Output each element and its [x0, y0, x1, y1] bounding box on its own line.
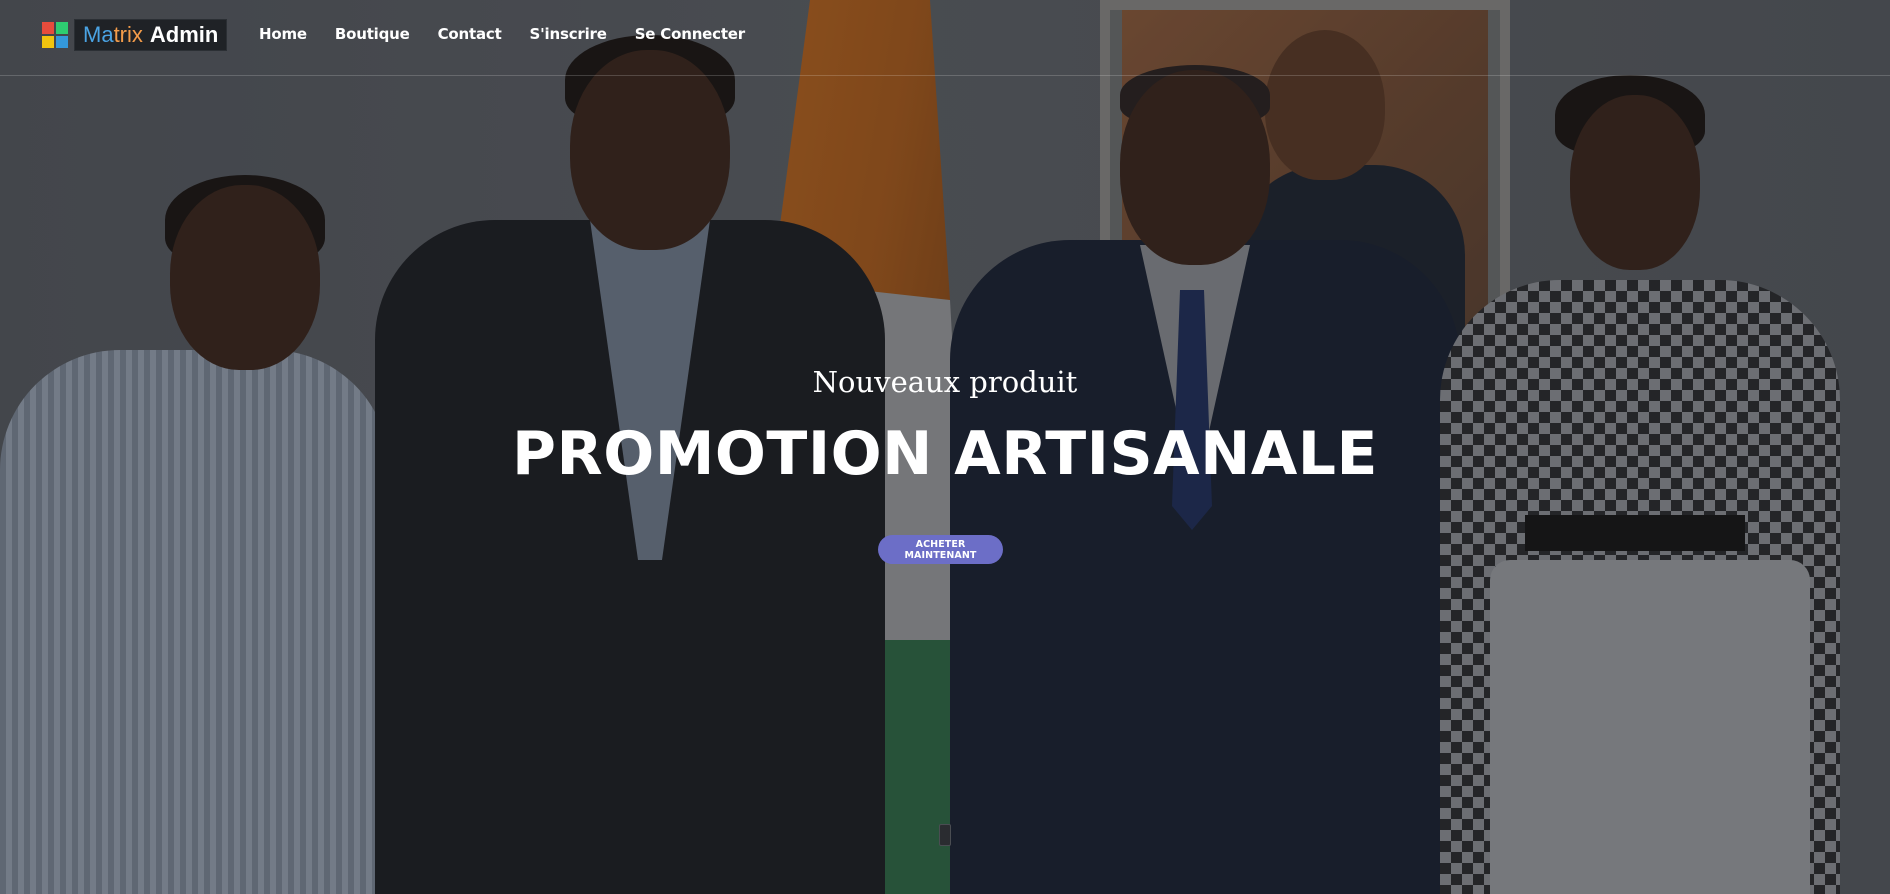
- brand-name-part-c: Admin: [149, 22, 219, 47]
- main-nav: Home Boutique Contact S'inscrire Se Conn…: [259, 22, 773, 46]
- buy-now-button[interactable]: ACHETER MAINTENANT: [878, 535, 1003, 564]
- brand-logo-link[interactable]: Ma trix Admin: [42, 19, 228, 51]
- windows-grid-icon: [42, 22, 68, 48]
- hero-title: PROMOTION ARTISANALE: [512, 419, 1378, 489]
- nav-item-contact[interactable]: Contact: [438, 22, 502, 46]
- hero-slider: Ma trix Admin Home Boutique Contact S'insc…: [0, 0, 1890, 894]
- nav-item-home[interactable]: Home: [259, 22, 307, 46]
- hero-subtitle: Nouveaux produit: [812, 365, 1078, 399]
- brand-name-part-b: trix: [113, 22, 143, 47]
- nav-item-sinscrire[interactable]: S'inscrire: [530, 22, 607, 46]
- slide-indicator[interactable]: [939, 824, 951, 846]
- nav-item-boutique[interactable]: Boutique: [335, 22, 410, 46]
- top-navbar: Ma trix Admin Home Boutique Contact S'insc…: [0, 0, 1890, 76]
- brand-name-part-a: Ma: [83, 22, 114, 47]
- nav-item-se-connecter[interactable]: Se Connecter: [635, 22, 745, 46]
- brand-name: Ma trix Admin: [74, 19, 228, 51]
